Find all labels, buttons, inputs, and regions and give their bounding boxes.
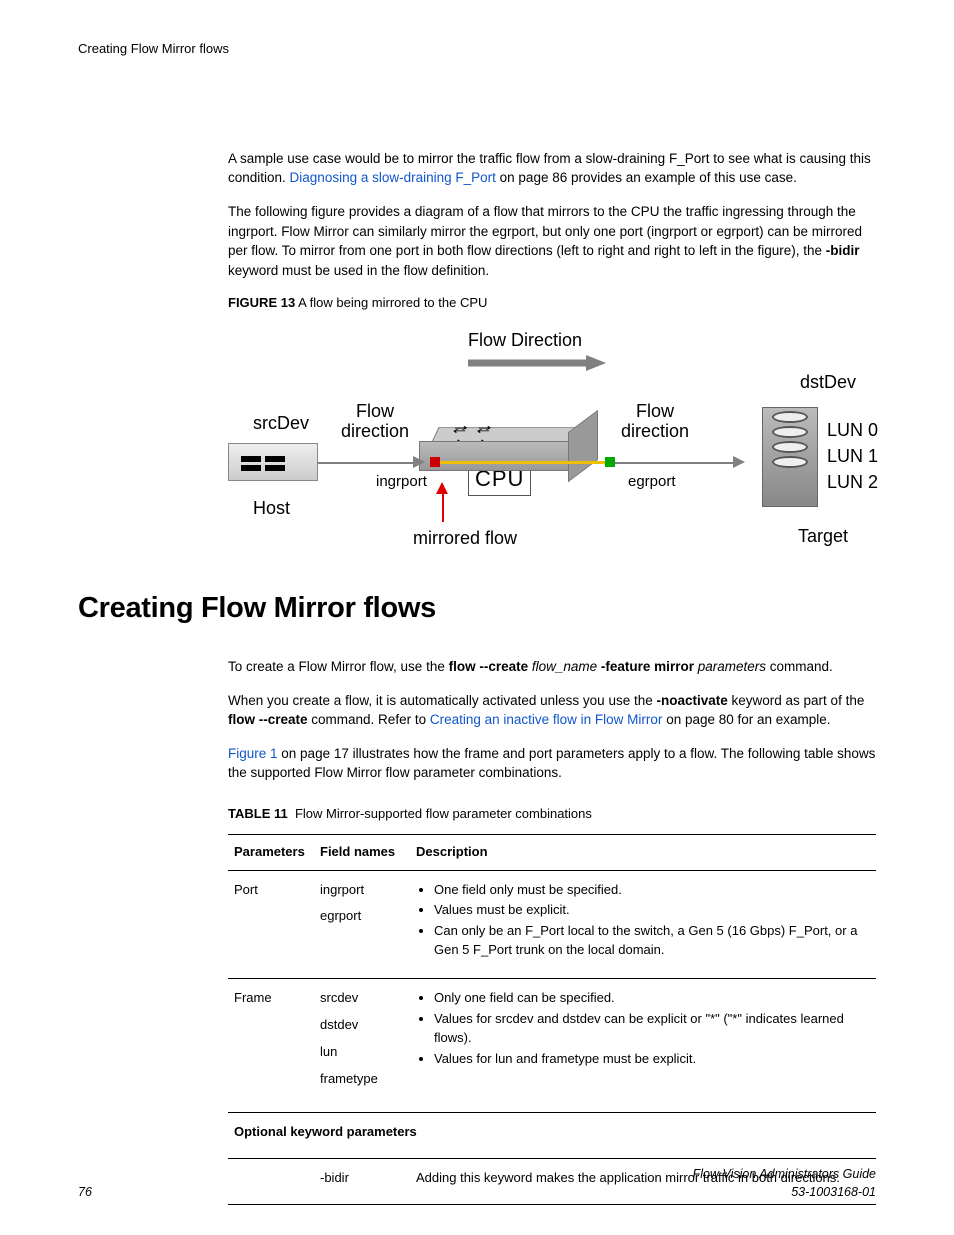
cell-param: Frame — [228, 978, 314, 1112]
table-row: Port ingrport egrport One field only mus… — [228, 870, 876, 978]
doc-info: Flow Vision Administrators Guide 53-1003… — [693, 1165, 876, 1201]
cell-fields: ingrport egrport — [314, 870, 410, 978]
page-footer: 76 Flow Vision Administrators Guide 53-1… — [78, 1165, 876, 1201]
field: frametype — [320, 1070, 404, 1089]
arrow-flow-direction-icon — [468, 353, 608, 373]
ingrport-marker — [430, 457, 440, 467]
cmd: flow --create — [228, 712, 308, 727]
field: srcdev — [320, 989, 404, 1008]
label-target: Target — [798, 523, 848, 549]
desc-item: Can only be an F_Port local to the switc… — [434, 922, 870, 960]
link-diagnosing-slow-draining[interactable]: Diagnosing a slow-draining F_Port — [290, 170, 496, 185]
intro-paragraph-1: A sample use case would be to mirror the… — [228, 149, 876, 188]
label-dstdev: dstDev — [800, 369, 856, 395]
text: keyword as part of the — [728, 693, 865, 708]
body-paragraph-1: To create a Flow Mirror flow, use the fl… — [228, 657, 876, 677]
label-lun1: LUN 1 — [827, 443, 878, 469]
text: command. — [766, 659, 833, 674]
arrowhead-mirror-icon — [436, 482, 448, 494]
label-ingrport: ingrport — [376, 471, 427, 493]
flow-line — [440, 461, 605, 464]
mirror-line — [442, 492, 444, 522]
table-caption: TABLE 11 Flow Mirror-supported flow para… — [228, 805, 876, 824]
keyword-bidir: -bidir — [826, 243, 860, 258]
desc-item: Values for srcdev and dstdev can be expl… — [434, 1010, 870, 1048]
table-title: Flow Mirror-supported flow parameter com… — [295, 806, 592, 821]
host-icon — [228, 443, 318, 481]
field: dstdev — [320, 1016, 404, 1035]
link-figure-1[interactable]: Figure 1 — [228, 746, 278, 761]
desc-item: Only one field can be specified. — [434, 989, 870, 1008]
egrport-marker — [605, 457, 615, 467]
section-heading: Creating Flow Mirror flows — [78, 587, 876, 629]
figure-number: FIGURE 13 — [228, 295, 295, 310]
desc-item: One field only must be specified. — [434, 881, 870, 900]
text: When you create a flow, it is automatica… — [228, 693, 656, 708]
text: on page 86 provides an example of this u… — [496, 170, 797, 185]
col-parameters: Parameters — [228, 834, 314, 870]
doc-title: Flow Vision Administrators Guide — [693, 1165, 876, 1183]
arrowhead-icon — [413, 456, 425, 468]
text: To create a Flow Mirror flow, use the — [228, 659, 449, 674]
connector-line — [615, 462, 735, 464]
label-flow-direction-title: Flow Direction — [468, 327, 582, 353]
table-subheader-row: Optional keyword parameters — [228, 1113, 876, 1159]
label-host: Host — [253, 495, 290, 521]
figure-title: A flow being mirrored to the CPU — [298, 295, 487, 310]
field: egrport — [320, 907, 404, 926]
running-header: Creating Flow Mirror flows — [78, 40, 876, 59]
field: lun — [320, 1043, 404, 1062]
field: ingrport — [320, 881, 404, 900]
label-mirrored-flow: mirrored flow — [413, 525, 517, 551]
cell-desc: Only one field can be specified. Values … — [410, 978, 876, 1112]
doc-number: 53-1003168-01 — [693, 1183, 876, 1201]
text: command. Refer to — [308, 712, 430, 727]
page-number: 76 — [78, 1183, 92, 1201]
figure-diagram: Flow Direction dstDev srcDev Flow direct… — [78, 327, 878, 547]
table-row: Frame srcdev dstdev lun frametype Only o… — [228, 978, 876, 1112]
intro-paragraph-2: The following figure provides a diagram … — [228, 202, 876, 280]
cell-fields: srcdev dstdev lun frametype — [314, 978, 410, 1112]
label-egrport: egrport — [628, 471, 676, 493]
label-srcdev: srcDev — [253, 410, 309, 436]
figure-caption: FIGURE 13 A flow being mirrored to the C… — [228, 294, 876, 313]
col-field-names: Field names — [314, 834, 410, 870]
table-number: TABLE 11 — [228, 806, 288, 821]
arrowhead-icon — [733, 456, 745, 468]
switch-icon: ⇄ ⇄⇄ ⇄ — [433, 419, 583, 459]
text: keyword must be used in the flow definit… — [228, 263, 489, 278]
label-lun2: LUN 2 — [827, 469, 878, 495]
cmd: -feature mirror — [601, 659, 694, 674]
text: The following figure provides a diagram … — [228, 204, 862, 258]
label-flow-direction-1: Flow direction — [341, 402, 409, 442]
text: on page 17 illustrates how the frame and… — [228, 746, 875, 781]
label-flow-direction-2: Flow direction — [621, 402, 689, 442]
target-icon — [762, 407, 818, 507]
cell-desc: One field only must be specified. Values… — [410, 870, 876, 978]
cell-param: Port — [228, 870, 314, 978]
table-subheader: Optional keyword parameters — [228, 1113, 876, 1159]
desc-item: Values must be explicit. — [434, 901, 870, 920]
keyword-noactivate: -noactivate — [656, 693, 727, 708]
body-paragraph-2: When you create a flow, it is automatica… — [228, 691, 876, 730]
label-lun0: LUN 0 — [827, 417, 878, 443]
text: on page 80 for an example. — [662, 712, 830, 727]
param: parameters — [694, 659, 766, 674]
body-paragraph-3: Figure 1 on page 17 illustrates how the … — [228, 744, 876, 783]
connector-line — [318, 462, 418, 464]
parameter-table: Parameters Field names Description Port … — [228, 834, 876, 1205]
link-creating-inactive-flow[interactable]: Creating an inactive flow in Flow Mirror — [430, 712, 663, 727]
desc-item: Values for lun and frametype must be exp… — [434, 1050, 870, 1069]
param: flow_name — [528, 659, 601, 674]
col-description: Description — [410, 834, 876, 870]
cmd: flow --create — [449, 659, 529, 674]
